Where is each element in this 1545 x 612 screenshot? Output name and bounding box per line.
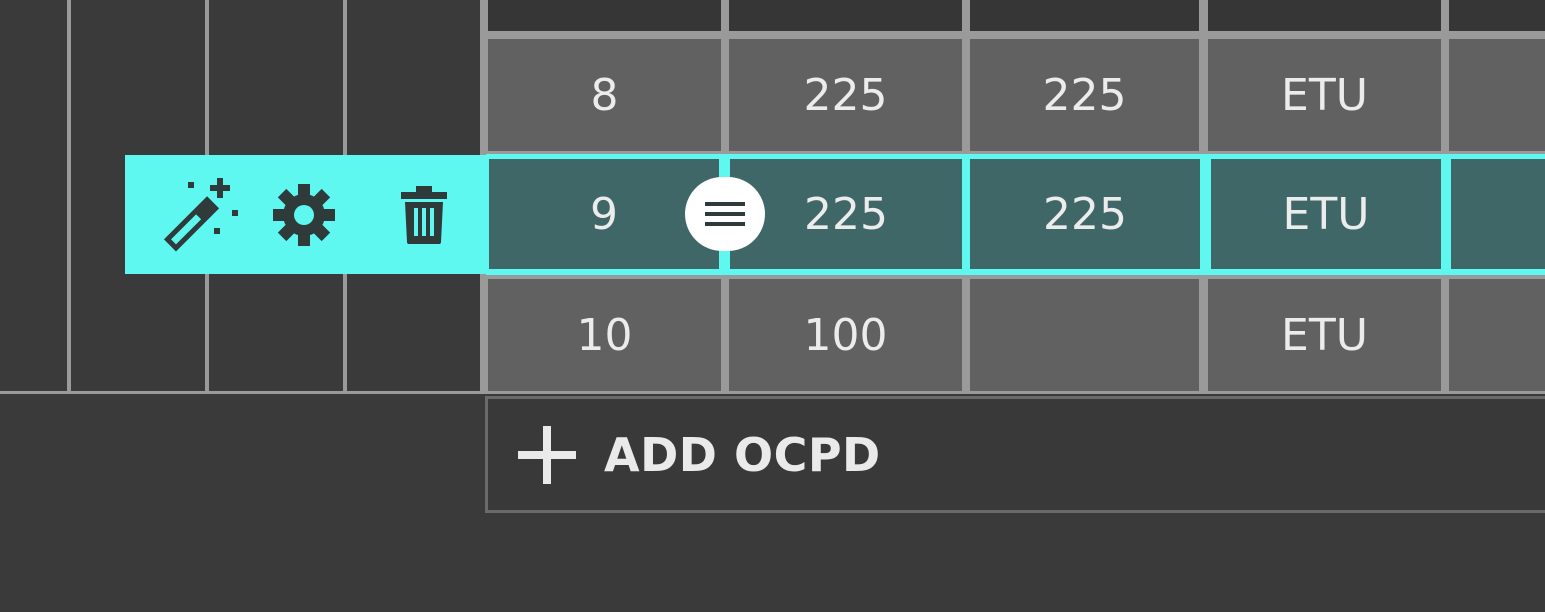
table-cell bbox=[970, 0, 1199, 31]
gear-icon[interactable] bbox=[249, 155, 359, 274]
table-cell[interactable]: ETU bbox=[1208, 39, 1441, 151]
plus-icon bbox=[518, 425, 576, 484]
table-cell[interactable]: 100 bbox=[729, 279, 962, 391]
table-cell[interactable]: 225 bbox=[970, 39, 1199, 151]
magic-wand-icon[interactable] bbox=[145, 155, 255, 274]
drag-handle[interactable] bbox=[685, 177, 765, 251]
table-cell[interactable]: ETU bbox=[1211, 159, 1441, 269]
table-cell[interactable]: 225 bbox=[970, 159, 1200, 269]
trash-icon[interactable] bbox=[369, 155, 479, 274]
row-action-bar bbox=[125, 155, 487, 274]
row-number-cell[interactable]: 8 bbox=[488, 39, 721, 151]
table-cell bbox=[1449, 0, 1545, 31]
add-ocpd-label: ADD OCPD bbox=[604, 427, 881, 482]
selected-row[interactable]: 9 225 225 ETU bbox=[486, 154, 1545, 275]
menu-icon bbox=[705, 202, 745, 226]
table-cell bbox=[729, 0, 962, 31]
table-cell bbox=[488, 0, 721, 31]
table-cell[interactable]: 225 bbox=[729, 39, 962, 151]
row-number-cell[interactable]: 10 bbox=[488, 279, 721, 391]
add-ocpd-button[interactable]: ADD OCPD bbox=[485, 396, 1545, 513]
table-cell[interactable]: ETU bbox=[1208, 279, 1441, 391]
table-cell[interactable] bbox=[1449, 39, 1545, 151]
table-cell bbox=[1208, 0, 1441, 31]
table-cell[interactable] bbox=[1449, 279, 1545, 391]
table-cell[interactable] bbox=[970, 279, 1199, 391]
table-cell[interactable] bbox=[1451, 159, 1545, 269]
column-divider bbox=[67, 0, 71, 392]
